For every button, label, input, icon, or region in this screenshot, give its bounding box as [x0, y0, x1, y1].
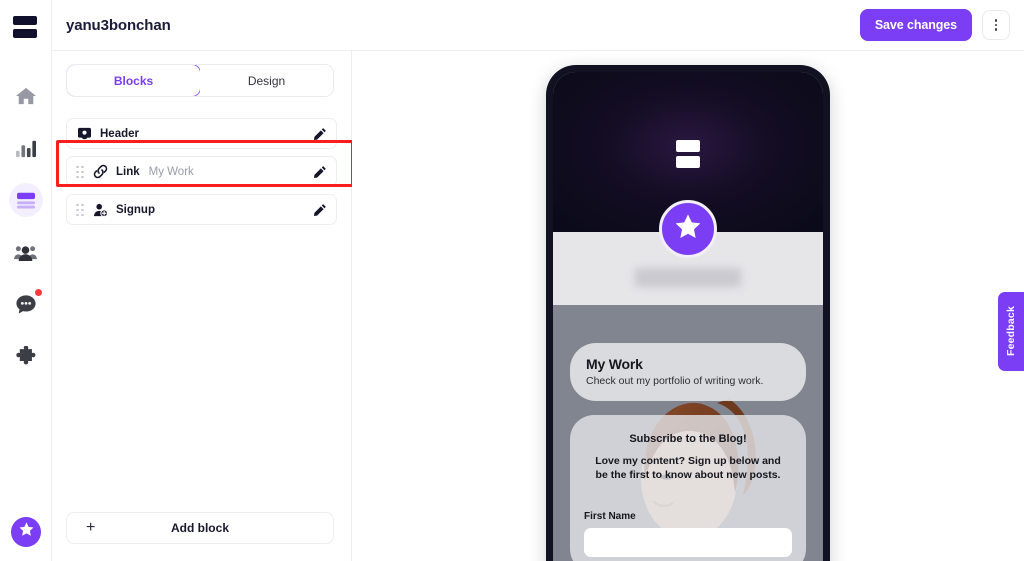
grip-dot — [76, 203, 79, 206]
grip-dot — [81, 175, 84, 178]
star-icon — [673, 212, 703, 247]
kebab-dot-3 — [994, 28, 998, 31]
grip-dot — [81, 203, 84, 206]
page-title: yanu3bonchan — [66, 16, 171, 34]
save-changes-button[interactable]: Save changes — [859, 9, 972, 41]
editor-tabs: Blocks Design — [66, 64, 334, 97]
tab-design[interactable]: Design — [200, 65, 333, 96]
app-logo-bars-icon[interactable] — [12, 14, 39, 40]
block-label: Signup — [116, 203, 155, 216]
block-label: Header — [100, 127, 139, 140]
header-avatar-icon — [76, 126, 93, 141]
sidebar-item-audience[interactable] — [0, 226, 52, 278]
rail-item-list — [0, 70, 51, 382]
phone-screen: My Work Check out my portfolio of writin… — [553, 72, 823, 561]
phone-link-card[interactable]: My Work Check out my portfolio of writin… — [570, 343, 806, 401]
star-avatar-icon — [18, 521, 35, 543]
phone-signup-title: Subscribe to the Blog! — [629, 433, 747, 445]
drag-handle-icon[interactable] — [76, 203, 85, 216]
left-nav-rail — [0, 0, 52, 561]
logo-bar-bottom — [12, 29, 37, 38]
phone-profile-avatar — [659, 200, 717, 258]
drag-handle-icon[interactable] — [76, 165, 85, 178]
kebab-dot-1 — [994, 19, 998, 22]
phone-frame: My Work Check out my portfolio of writin… — [546, 65, 830, 561]
grip-dot — [76, 213, 79, 216]
phone-signup-subtitle: Love my content? Sign up below and be th… — [584, 454, 792, 483]
phone-link-desc: Check out my portfolio of writing work. — [586, 375, 764, 387]
analytics-bar-chart-icon — [11, 133, 41, 163]
phone-logo-bar-top — [676, 140, 700, 152]
grip-dot — [81, 170, 84, 173]
grip-dot — [76, 175, 79, 178]
pencil-icon[interactable] — [312, 164, 327, 179]
kebab-dot-2 — [994, 23, 998, 27]
puzzle-piece-icon — [11, 341, 41, 371]
user-avatar[interactable] — [11, 517, 41, 547]
sidebar-item-analytics[interactable] — [0, 122, 52, 174]
block-list: Header Link My Work Signup — [66, 118, 337, 225]
grip-dot — [76, 170, 79, 173]
grip-dot — [76, 165, 79, 168]
plus-icon: + — [86, 519, 96, 536]
body-split: Blocks Design Header Link My Work Signup… — [52, 51, 1024, 561]
phone-blocks-stack: My Work Check out my portfolio of writin… — [553, 305, 823, 561]
pencil-icon[interactable] — [312, 202, 327, 217]
phone-link-title: My Work — [586, 356, 643, 372]
grip-dot — [81, 208, 84, 211]
blocks-icon — [8, 183, 43, 217]
chat-bubble-icon — [11, 288, 43, 319]
phone-signup-sub-line1: Love my content? Sign up below and — [595, 455, 781, 467]
grip-dot — [81, 213, 84, 216]
phone-first-name-input[interactable] — [584, 527, 792, 557]
block-row-signup[interactable]: Signup — [66, 194, 337, 225]
phone-logo-icon — [676, 140, 700, 168]
link-chain-icon — [92, 164, 109, 179]
blocks-editor-panel: Blocks Design Header Link My Work Signup… — [52, 51, 354, 561]
phone-signup-sub-line2: be the first to know about new posts. — [595, 469, 781, 482]
block-row-link[interactable]: Link My Work — [66, 156, 337, 187]
sidebar-item-integrations[interactable] — [0, 330, 52, 382]
block-sublabel: My Work — [148, 165, 194, 178]
feedback-label: Feedback — [1005, 306, 1017, 357]
home-icon — [11, 81, 41, 111]
tab-blocks[interactable]: Blocks — [67, 65, 201, 96]
add-block-label: Add block — [170, 521, 229, 535]
logo-bar-top — [12, 16, 37, 25]
pencil-icon[interactable] — [312, 126, 327, 141]
sidebar-item-home[interactable] — [0, 70, 52, 122]
feedback-tab[interactable]: Feedback — [998, 292, 1024, 371]
grip-dot — [81, 165, 84, 168]
phone-profile-name-placeholder — [635, 268, 741, 287]
more-vertical-icon[interactable] — [982, 10, 1010, 40]
grip-dot — [76, 208, 79, 211]
audience-people-icon — [11, 237, 41, 267]
phone-signup-card: Subscribe to the Blog! Love my content? … — [570, 415, 806, 561]
add-block-button[interactable]: + Add block — [66, 512, 334, 544]
topbar: yanu3bonchan Save changes — [52, 0, 1024, 51]
sidebar-item-messages[interactable] — [0, 278, 52, 330]
phone-logo-bar-bottom — [676, 156, 700, 168]
notification-badge-dot — [33, 288, 43, 297]
block-label: Link — [116, 165, 140, 178]
add-user-icon — [92, 202, 109, 217]
phone-preview-pane: My Work Check out my portfolio of writin… — [352, 51, 1024, 561]
sidebar-item-blocks[interactable] — [0, 174, 52, 226]
phone-first-name-label: First Name — [584, 510, 636, 522]
app-root: yanu3bonchan Save changes Blocks Design — [0, 0, 1024, 561]
block-row-header[interactable]: Header — [66, 118, 337, 149]
main-area: yanu3bonchan Save changes Blocks Design — [52, 0, 1024, 561]
